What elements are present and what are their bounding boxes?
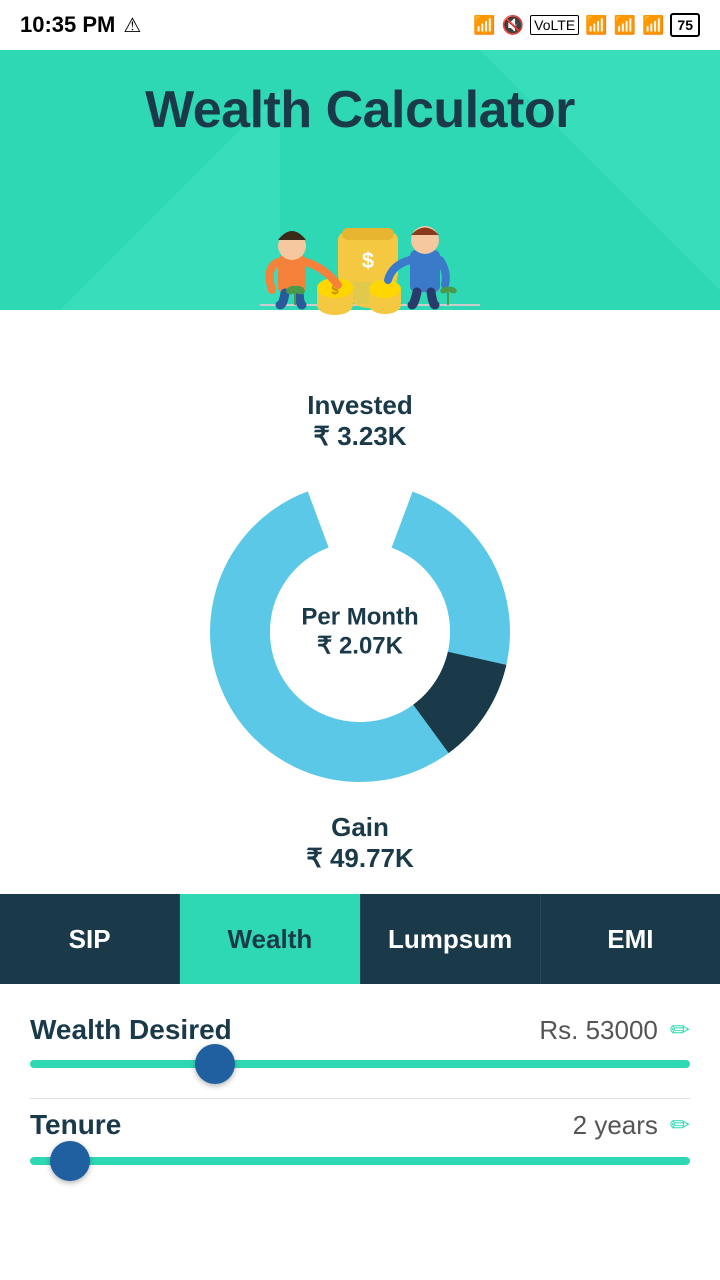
wealth-desired-row: Wealth Desired Rs. 53000 ✏ [30, 1014, 690, 1046]
gain-section: Gain ₹ 49.77K [306, 812, 414, 874]
wealth-slider-thumb[interactable] [195, 1044, 235, 1084]
invested-section: Invested ₹ 3.23K [307, 390, 413, 452]
tenure-slider-container[interactable] [30, 1157, 690, 1165]
tenure-label: Tenure [30, 1109, 121, 1141]
status-bar: 10:35 PM ⚠ 📶 🔇 VoLTE 📶 📶 📶 75 [0, 0, 720, 50]
signal1-icon: 📶 [585, 15, 607, 36]
main-content: Invested ₹ 3.23K Per Month ₹ 2.07K Gain … [0, 370, 720, 1215]
donut-chart: Per Month ₹ 2.07K [200, 472, 520, 792]
wealth-desired-value: Rs. 53000 [539, 1015, 658, 1046]
tenure-value: 2 years [573, 1110, 658, 1141]
wealth-slider-container[interactable] [30, 1060, 690, 1068]
volte-icon: VoLTE [530, 15, 579, 35]
wealth-slider-track [30, 1060, 690, 1068]
wifi-icon: 📶 [642, 15, 664, 36]
status-time: 10:35 PM [20, 12, 115, 38]
wealth-desired-value-row: Rs. 53000 ✏ [539, 1015, 690, 1046]
mute-icon: 🔇 [502, 15, 524, 36]
invested-value: ₹ 3.23K [307, 421, 413, 452]
header-section: Wealth Calculator $ $ [0, 50, 720, 370]
tenure-slider-thumb[interactable] [50, 1141, 90, 1181]
signal2-icon: 📶 [614, 15, 636, 36]
tenure-edit-icon[interactable]: ✏ [670, 1111, 690, 1140]
tab-emi[interactable]: EMI [541, 894, 720, 984]
alert-icon: ⚠ [123, 13, 141, 38]
status-icons: 📶 🔇 VoLTE 📶 📶 📶 75 [473, 13, 700, 37]
donut-center-value: ₹ 2.07K [301, 632, 418, 661]
tab-bar: SIP Wealth Lumpsum EMI [0, 894, 720, 984]
svg-text:$: $ [362, 248, 374, 273]
page-title: Wealth Calculator [145, 80, 575, 140]
divider [30, 1098, 690, 1099]
controls-section: Wealth Desired Rs. 53000 ✏ Tenure 2 year… [0, 984, 720, 1185]
battery-icon: 75 [670, 13, 700, 37]
gain-label: Gain [306, 812, 414, 843]
donut-center-label: Per Month [301, 604, 418, 632]
gain-value: ₹ 49.77K [306, 843, 414, 874]
tenure-row: Tenure 2 years ✏ [30, 1109, 690, 1141]
tenure-value-row: 2 years ✏ [573, 1110, 690, 1141]
wealth-desired-edit-icon[interactable]: ✏ [670, 1016, 690, 1045]
bluetooth-icon: 📶 [473, 15, 495, 36]
tenure-slider-track [30, 1157, 690, 1165]
tab-wealth[interactable]: Wealth [180, 894, 360, 984]
donut-center-text: Per Month ₹ 2.07K [301, 604, 418, 661]
hero-illustration: $ $ [220, 150, 500, 330]
wealth-desired-label: Wealth Desired [30, 1014, 232, 1046]
tab-lumpsum[interactable]: Lumpsum [361, 894, 541, 984]
invested-label: Invested [307, 390, 413, 421]
tab-sip[interactable]: SIP [0, 894, 180, 984]
